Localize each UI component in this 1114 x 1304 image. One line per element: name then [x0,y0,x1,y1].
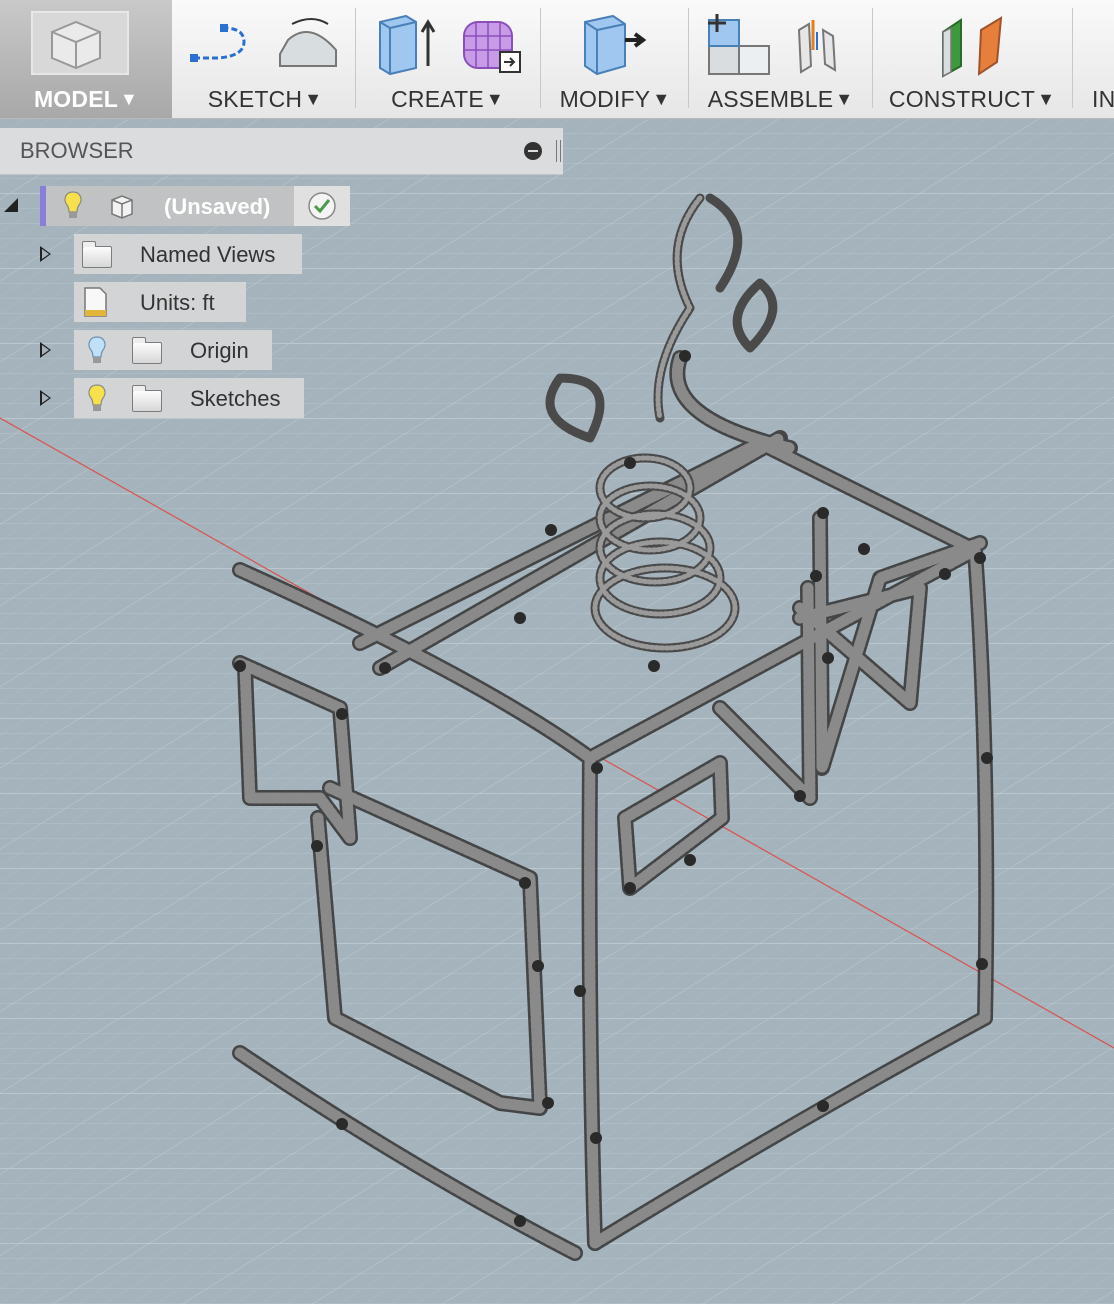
construct-label: CONSTRUCT [888,86,1036,112]
offset-plane-icon [942,16,1003,78]
browser-root-row[interactable]: (Unsaved) [40,186,350,226]
bulb-on-icon[interactable] [62,190,84,220]
folder-icon [132,337,162,364]
inspect-label: IN [1092,86,1114,112]
sketch-label: SKETCH [207,86,303,112]
chevron-down-icon: ▼ [304,89,323,109]
expand-triangle-icon[interactable] [40,246,51,262]
collapse-icon[interactable] [524,142,542,160]
browser-item-label: Sketches [190,386,281,411]
assemble-label: ASSEMBLE [707,86,834,112]
document-name: (Unsaved) [164,194,271,219]
folder-icon [132,385,162,412]
browser-title: BROWSER [20,138,134,163]
toolbar-divider [355,8,356,108]
browser-item-named-views[interactable]: Named Views [74,234,302,274]
chevron-down-icon: ▼ [485,89,504,109]
chevron-down-icon: ▼ [1037,89,1056,109]
units-document-icon [84,287,107,317]
expand-triangle-icon[interactable] [40,342,51,358]
create-label: CREATE [391,86,484,112]
chevron-down-icon: ▼ [652,89,671,109]
collapse-triangle-icon[interactable] [4,193,18,212]
browser-item-units[interactable]: Units: ft [74,282,246,322]
toolbar-group-modify[interactable]: MODIFY ▼ [545,0,685,118]
toolbar-divider [688,8,689,108]
browser-item-label: Units: ft [140,290,215,315]
browser-item-label: Origin [190,338,249,363]
component-icon [111,195,133,219]
browser-item-origin[interactable]: Origin [74,330,272,370]
bulb-on-icon[interactable] [86,383,108,413]
new-component-icon [708,14,770,75]
model-workspace-icon [0,10,172,80]
bulb-off-icon[interactable] [86,335,108,365]
chevron-down-icon: ▼ [120,89,139,109]
modify-label: MODIFY [559,86,651,112]
spline-icon [190,24,246,62]
toolbar-divider [872,8,873,108]
form-icon [463,21,521,73]
chevron-down-icon: ▼ [835,89,854,109]
browser-panel-header[interactable]: BROWSER [0,128,563,175]
workspace-switcher-model[interactable]: MODEL ▼ [0,0,172,118]
toolbar-group-create[interactable]: CREATE ▼ [360,0,535,118]
folder-icon [82,241,112,268]
panel-grip-icon[interactable] [556,140,561,162]
toolbar-group-assemble[interactable]: ASSEMBLE ▼ [693,0,868,118]
toolbar-divider [1072,8,1073,108]
status-cell [294,186,350,226]
press-pull-icon [584,14,647,76]
checkmark-icon [308,192,336,220]
toolbar-group-sketch[interactable]: SKETCH ▼ [180,0,350,118]
expand-triangle-icon[interactable] [40,390,51,406]
browser-item-sketches[interactable]: Sketches [74,378,304,418]
model-label: MODEL [33,86,119,112]
joint-icon [797,20,837,74]
toolbar-group-inspect[interactable]: IN [1092,0,1114,118]
stop-sketch-icon [279,18,337,67]
toolbar-group-construct[interactable]: CONSTRUCT ▼ [877,0,1067,118]
browser-item-label: Named Views [140,242,276,267]
extrude-icon [379,14,436,76]
ribbon-toolbar: MODEL ▼ SKETCH ▼ CREATE ▼ MODIFY ▼ ASSEM… [0,0,1114,119]
toolbar-divider [540,8,541,108]
